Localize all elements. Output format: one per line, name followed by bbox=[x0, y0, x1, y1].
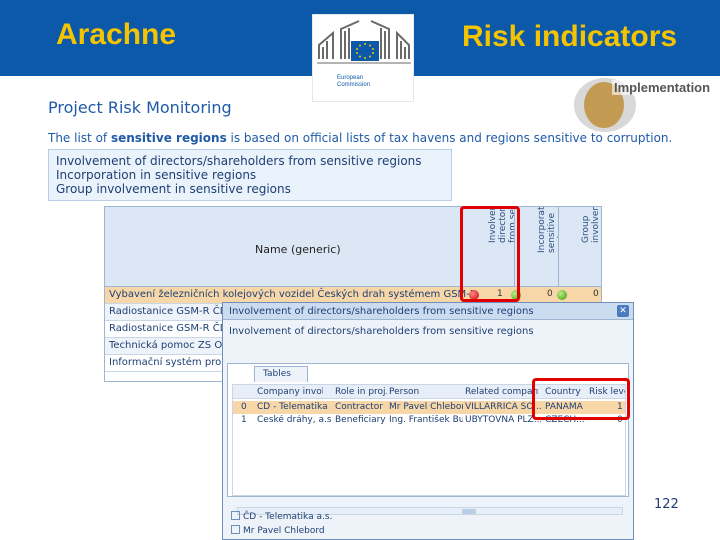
european-commission-logo: European Commission bbox=[312, 14, 414, 102]
highlight-country-risk bbox=[532, 378, 630, 420]
intro-text: The list of sensitive regions is based o… bbox=[48, 131, 673, 145]
tab-tables[interactable]: Tables bbox=[254, 366, 308, 382]
tree-node-icon bbox=[231, 511, 240, 520]
column-header-company[interactable]: Company involved bbox=[257, 387, 323, 397]
criterion-item: Involvement of directors/shareholders fr… bbox=[56, 154, 422, 168]
popup-subtitle: Involvement of directors/shareholders fr… bbox=[229, 326, 534, 337]
grid-header: Name (generic) Involvement of directors/… bbox=[105, 207, 601, 287]
tree-node-icon bbox=[231, 525, 240, 534]
slide: Arachne Risk indicators European Commiss… bbox=[0, 0, 720, 540]
logo-text: European Commission bbox=[337, 75, 371, 88]
criterion-item: Group involvement in sensitive regions bbox=[56, 182, 291, 196]
scrollbar-thumb[interactable] bbox=[462, 509, 476, 514]
column-header-group[interactable]: Group involvement in sensitive regions bbox=[559, 207, 601, 287]
popup-title: Involvement of directors/shareholders fr… bbox=[223, 303, 633, 320]
column-header-related-company[interactable]: Related company bbox=[465, 387, 539, 397]
brand-title: Arachne bbox=[56, 18, 177, 51]
close-icon[interactable]: ✕ bbox=[617, 305, 629, 317]
column-header-person[interactable]: Person bbox=[389, 387, 459, 397]
slide-title: Risk indicators bbox=[462, 20, 678, 53]
tree-item-person[interactable]: Mr Pavel Chlebord bbox=[231, 525, 325, 536]
highlight-directors-column bbox=[460, 206, 520, 302]
slide-number: 122 bbox=[654, 497, 679, 512]
implementation-badge: Implementation bbox=[574, 76, 720, 134]
criteria-box: Involvement of directors/shareholders fr… bbox=[48, 149, 452, 201]
column-header-role[interactable]: Role in proj... bbox=[335, 387, 387, 397]
risk-green-icon bbox=[557, 290, 567, 300]
commission-building-icon bbox=[317, 20, 411, 64]
column-header-incorporation[interactable]: Incorporation in sensitive regions bbox=[515, 207, 559, 287]
detail-popup: Involvement of directors/shareholders fr… bbox=[222, 302, 634, 540]
tree-item-company[interactable]: ČD - Telematika a.s. bbox=[231, 511, 332, 522]
section-title: Project Risk Monitoring bbox=[48, 98, 232, 117]
criterion-item: Incorporation in sensitive regions bbox=[56, 168, 257, 182]
implementation-label: Implementation bbox=[612, 80, 713, 95]
column-header-name[interactable]: Name (generic) bbox=[105, 207, 461, 287]
